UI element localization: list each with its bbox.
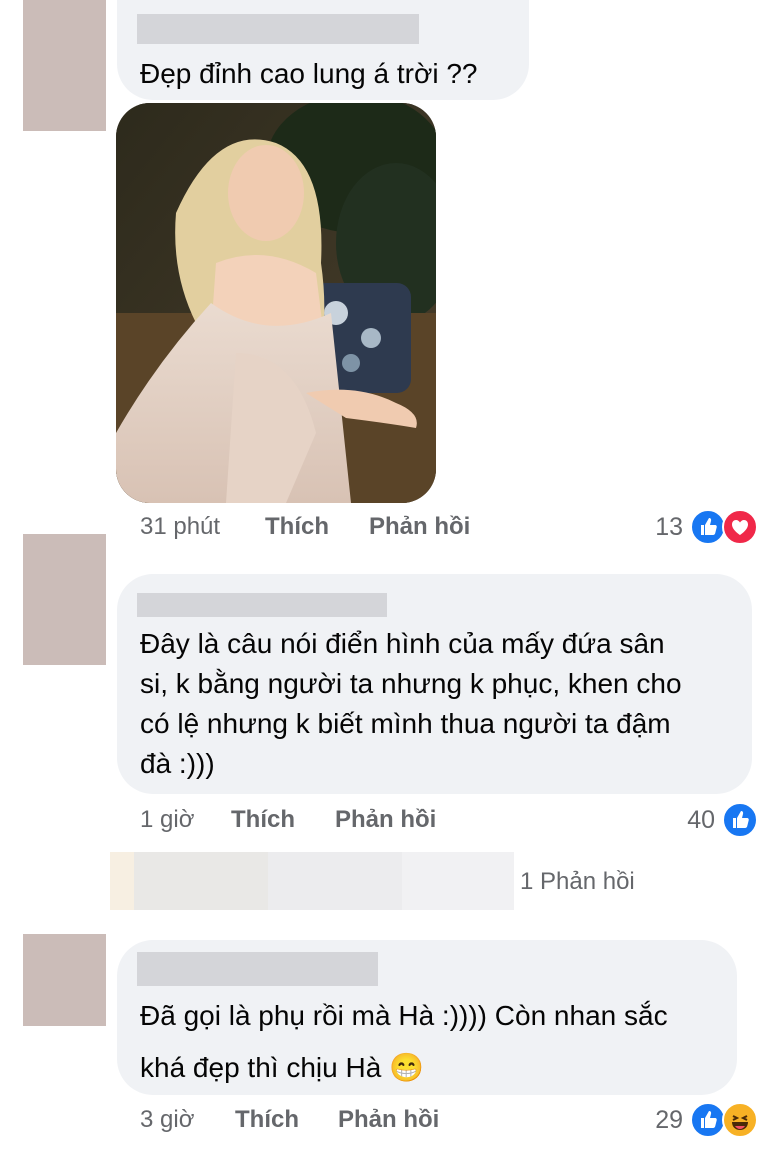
like-icon [690, 1102, 726, 1138]
like-icon [722, 802, 758, 838]
comment-meta: 1 giờ Thích Phản hồi [140, 806, 700, 838]
redacted-author-name[interactable] [137, 593, 387, 617]
view-replies-row[interactable] [110, 852, 514, 910]
commenter-avatar[interactable] [23, 0, 106, 131]
comment-timestamp[interactable]: 3 giờ [140, 1106, 194, 1134]
reaction-count[interactable]: 13 [640, 513, 683, 542]
comment-timestamp[interactable]: 31 phút [140, 513, 220, 541]
comment-meta: 3 giờ Thích Phản hồi [140, 1106, 700, 1138]
comment-text: Đã gọi là phụ rồi mà Hà :)))) Còn nhan s… [140, 1000, 668, 1083]
like-icon [690, 509, 726, 545]
commenter-avatar[interactable] [23, 534, 106, 665]
reply-button[interactable]: Phản hồi [338, 1106, 439, 1134]
view-replies-link[interactable]: 1 Phản hồi [520, 868, 635, 896]
reaction-count[interactable]: 40 [672, 806, 715, 835]
comment-text: Đẹp đỉnh cao lung á trời ?? [140, 58, 478, 89]
reply-button[interactable]: Phản hồi [335, 806, 436, 834]
comment-attached-photo[interactable] [116, 103, 436, 503]
like-button[interactable]: Thích [265, 513, 329, 541]
woman-photo-illustration [116, 103, 436, 503]
commenter-avatar[interactable] [23, 934, 106, 1026]
redacted-author-name[interactable] [137, 14, 419, 44]
reaction-count[interactable]: 29 [640, 1106, 683, 1135]
redacted-author-name[interactable] [137, 952, 378, 986]
haha-icon [722, 1102, 758, 1138]
love-icon [722, 509, 758, 545]
comment-meta: 31 phút Thích Phản hồi [140, 513, 700, 545]
comment-text: Đây là câu nói điển hình của mấy đứa sân… [140, 628, 682, 779]
like-button[interactable]: Thích [231, 806, 295, 834]
reply-button[interactable]: Phản hồi [369, 513, 470, 541]
comment-timestamp[interactable]: 1 giờ [140, 806, 194, 834]
like-button[interactable]: Thích [235, 1106, 299, 1134]
